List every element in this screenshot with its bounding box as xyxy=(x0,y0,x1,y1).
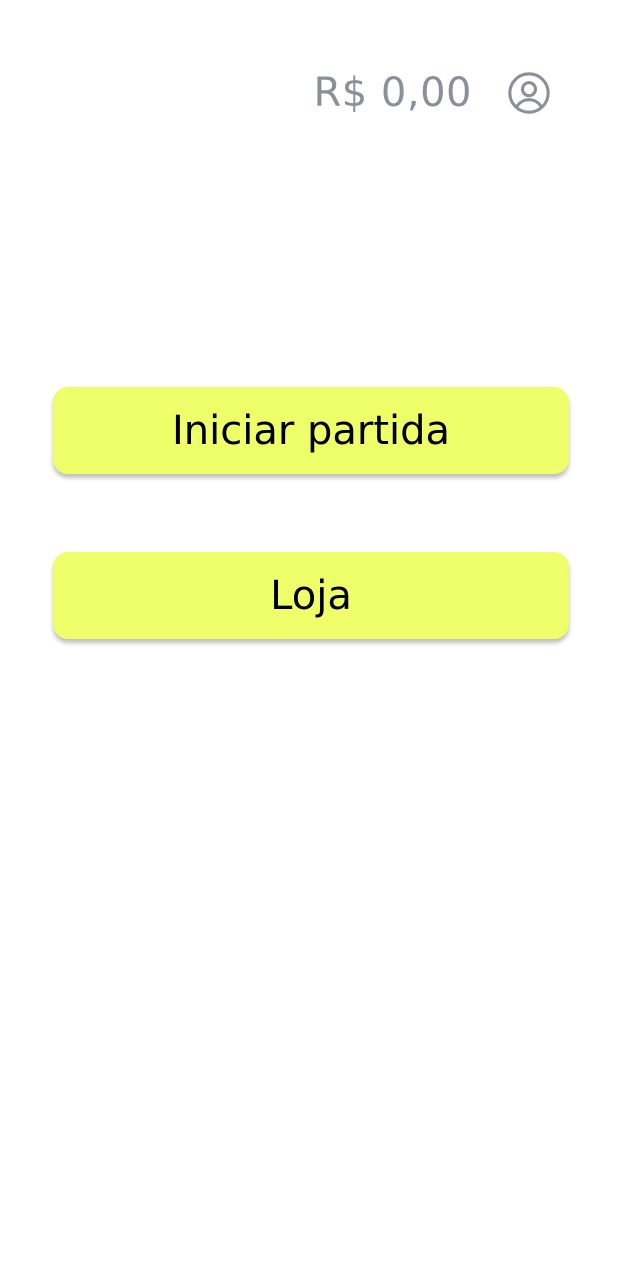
top-bar: R$ 0,00 xyxy=(0,62,622,124)
start-match-button[interactable]: Iniciar partida xyxy=(53,387,569,474)
user-circle-icon xyxy=(508,72,550,114)
start-match-label: Iniciar partida xyxy=(171,407,451,454)
shop-label: Loja xyxy=(270,572,352,619)
profile-button[interactable] xyxy=(505,69,553,117)
shop-button[interactable]: Loja xyxy=(53,552,569,639)
balance-display: R$ 0,00 xyxy=(313,70,472,116)
home-screen: { "header": { "balance": "R$ 0,00", "pro… xyxy=(0,0,622,1280)
